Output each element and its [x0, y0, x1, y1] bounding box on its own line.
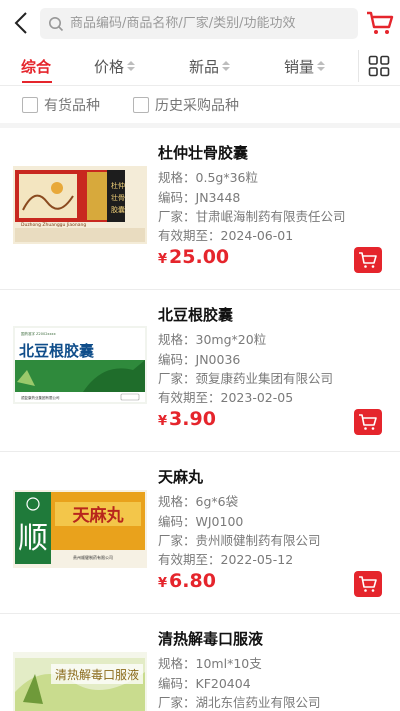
checkbox[interactable] — [133, 97, 149, 113]
svg-text:天麻丸: 天麻丸 — [73, 505, 125, 526]
sort-tab-label: 价格 — [94, 57, 125, 76]
cart-icon[interactable] — [366, 10, 394, 36]
product-card[interactable]: 杜仲 壮骨 胶囊 Duzhong Zhuanggu Jiaonang 杜仲壮骨胶… — [0, 128, 400, 290]
sort-tab-sales[interactable]: 销量 — [284, 46, 326, 86]
product-image: 清热解毒口服液 — [13, 652, 147, 711]
sort-arrows-icon — [127, 61, 136, 71]
active-tab-indicator — [22, 81, 52, 83]
product-maker: 厂家：颈复康药业集团有限公司 — [158, 371, 334, 386]
product-code: 编码：KF20404 — [158, 676, 251, 691]
top-bar — [0, 0, 400, 46]
svg-text:清热解毒口服液: 清热解毒口服液 — [55, 667, 139, 682]
svg-text:Duzhong Zhuanggu Jiaonang: Duzhong Zhuanggu Jiaonang — [21, 222, 86, 228]
product-name[interactable]: 北豆根胶囊 — [158, 304, 233, 325]
add-to-cart-button[interactable] — [354, 571, 382, 597]
add-to-cart-icon — [359, 576, 377, 592]
product-maker: 厂家：甘肃岷海制药有限责任公司 — [158, 209, 346, 224]
product-maker: 厂家：湖北东信药业有限公司 — [158, 695, 321, 710]
svg-text:国药准字 Z2002xxxx: 国药准字 Z2002xxxx — [21, 331, 56, 336]
svg-text:贵州顺健制药有限公司: 贵州顺健制药有限公司 — [73, 554, 113, 560]
sort-tab-label: 销量 — [284, 57, 315, 76]
search-bar[interactable] — [40, 8, 358, 39]
product-price: ¥6.80 — [158, 570, 216, 592]
add-to-cart-icon — [359, 252, 377, 268]
product-image: 顺 天麻丸 贵州顺健制药有限公司 — [13, 490, 147, 568]
filter-label: 历史采购品种 — [155, 98, 239, 114]
product-expiry: 有效期至：2022-05-12 — [158, 552, 294, 567]
product-maker: 厂家：贵州顺健制药有限公司 — [158, 533, 321, 548]
add-to-cart-button[interactable] — [354, 247, 382, 273]
filter-purchase-history[interactable]: 历史采购品种 — [133, 87, 239, 123]
checkbox[interactable] — [22, 97, 38, 113]
grid-view-icon[interactable] — [368, 55, 390, 77]
sort-tab-price[interactable]: 价格 — [94, 46, 136, 86]
product-image: 国药准字 Z2002xxxx 北豆根胶囊 颈复康药业集团有限公司 — [13, 326, 147, 404]
product-price: ¥3.90 — [158, 408, 216, 430]
product-name[interactable]: 清热解毒口服液 — [158, 628, 263, 649]
product-card[interactable]: 国药准字 Z2002xxxx 北豆根胶囊 颈复康药业集团有限公司 北豆根胶囊 规… — [0, 290, 400, 452]
product-card[interactable]: 清热解毒口服液 清热解毒口服液 规格：10ml*10支 编码：KF20404 厂… — [0, 614, 400, 711]
sort-arrows-icon — [222, 61, 231, 71]
svg-text:颈复康药业集团有限公司: 颈复康药业集团有限公司 — [21, 395, 60, 400]
search-icon — [49, 16, 64, 31]
sort-tab-comprehensive[interactable]: 综合 — [21, 46, 51, 86]
filter-bar: 有货品种 历史采购品种 — [0, 87, 400, 129]
back-arrow-icon[interactable] — [8, 9, 34, 37]
product-spec: 规格：0.5g*36粒 — [158, 170, 258, 185]
filter-label: 有货品种 — [44, 98, 100, 114]
sort-bar: 综合 价格 新品 销量 — [0, 46, 400, 86]
product-card[interactable]: 顺 天麻丸 贵州顺健制药有限公司 天麻丸 规格：6g*6袋 编码：WJ0100 … — [0, 452, 400, 614]
search-input[interactable] — [70, 16, 350, 31]
product-image: 杜仲 壮骨 胶囊 Duzhong Zhuanggu Jiaonang — [13, 166, 147, 244]
sort-tab-label: 新品 — [189, 57, 220, 76]
product-name[interactable]: 天麻丸 — [158, 466, 203, 487]
svg-text:壮骨: 壮骨 — [111, 193, 125, 202]
add-to-cart-button[interactable] — [354, 409, 382, 435]
sort-tab-label: 综合 — [21, 57, 52, 76]
sort-arrows-icon — [317, 61, 326, 71]
divider — [358, 50, 359, 82]
product-code: 编码：JN0036 — [158, 352, 241, 367]
product-expiry: 有效期至：2024-06-01 — [158, 228, 294, 243]
svg-text:杜仲: 杜仲 — [111, 181, 125, 190]
add-to-cart-icon — [359, 414, 377, 430]
svg-text:胶囊: 胶囊 — [111, 205, 125, 214]
product-price: ¥25.00 — [158, 246, 230, 268]
product-spec: 规格：30mg*20粒 — [158, 332, 267, 347]
product-expiry: 有效期至：2023-02-05 — [158, 390, 294, 405]
product-code: 编码：WJ0100 — [158, 514, 244, 529]
product-spec: 规格：10ml*10支 — [158, 656, 262, 671]
filter-in-stock[interactable]: 有货品种 — [22, 87, 100, 123]
product-spec: 规格：6g*6袋 — [158, 494, 239, 509]
product-name[interactable]: 杜仲壮骨胶囊 — [158, 142, 248, 163]
svg-text:顺: 顺 — [18, 521, 48, 556]
svg-text:北豆根胶囊: 北豆根胶囊 — [19, 342, 95, 360]
sort-tab-new[interactable]: 新品 — [189, 46, 231, 86]
product-code: 编码：JN3448 — [158, 190, 241, 205]
